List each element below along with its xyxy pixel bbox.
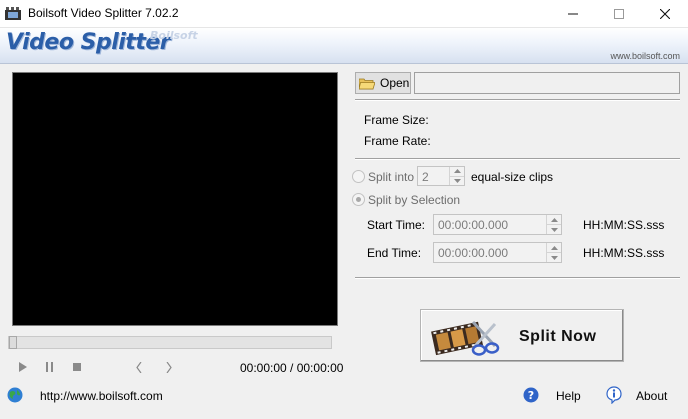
playback-time: 00:00:00 / 00:00:00 xyxy=(240,361,344,375)
help-button[interactable]: Help xyxy=(556,389,581,403)
help-icon[interactable]: ? xyxy=(523,387,539,403)
split-by-selection-radio[interactable] xyxy=(352,193,365,206)
split-into-radio[interactable] xyxy=(352,170,365,183)
frame-rate-label: Frame Rate: xyxy=(364,134,431,148)
video-preview xyxy=(12,72,338,326)
end-time-label: End Time: xyxy=(367,246,422,260)
maximize-icon xyxy=(614,9,624,19)
minimize-button[interactable] xyxy=(550,0,596,28)
start-time-format: HH:MM:SS.sss xyxy=(583,218,665,232)
seek-bar[interactable] xyxy=(8,336,332,349)
frame-size-label: Frame Size: xyxy=(364,113,429,127)
maximize-button[interactable] xyxy=(596,0,642,28)
end-time-format: HH:MM:SS.sss xyxy=(583,246,665,260)
start-time-down-button[interactable] xyxy=(547,225,561,234)
app-logo-text: Video Splitter xyxy=(6,30,171,55)
app-icon xyxy=(5,7,21,20)
end-time-field[interactable]: 00:00:00.000 xyxy=(433,242,562,263)
about-button[interactable]: About xyxy=(636,389,667,403)
split-now-label: Split Now xyxy=(519,328,597,345)
divider xyxy=(355,158,680,160)
title-bar: Boilsoft Video Splitter 7.02.2 xyxy=(0,0,688,28)
chevron-up-icon xyxy=(550,245,558,250)
stop-icon xyxy=(73,363,81,371)
start-time-value: 00:00:00.000 xyxy=(438,218,509,232)
pause-button[interactable] xyxy=(41,359,59,375)
open-button[interactable]: Open xyxy=(355,72,411,94)
banner-url: www.boilsoft.com xyxy=(610,51,680,61)
end-time-down-button[interactable] xyxy=(547,253,561,262)
clip-count-up-button[interactable] xyxy=(450,167,464,177)
globe-icon xyxy=(7,387,23,403)
close-button[interactable] xyxy=(642,0,688,28)
clip-count-stepper[interactable]: 2 xyxy=(417,166,465,186)
clip-count-down-button[interactable] xyxy=(450,177,464,186)
start-time-field[interactable]: 00:00:00.000 xyxy=(433,214,562,235)
split-by-selection-label: Split by Selection xyxy=(368,193,461,207)
stop-button[interactable] xyxy=(68,359,86,375)
header-banner: Video Splitter Boilsoft www.boilsoft.com xyxy=(0,28,688,64)
minimize-icon xyxy=(568,13,578,15)
seek-thumb[interactable] xyxy=(9,336,17,349)
play-icon xyxy=(19,362,27,372)
chevron-left-icon xyxy=(136,361,142,373)
open-button-label: Open xyxy=(380,76,410,90)
play-button[interactable] xyxy=(14,359,32,375)
window-title: Boilsoft Video Splitter 7.02.2 xyxy=(28,6,179,20)
info-icon[interactable] xyxy=(606,386,622,404)
split-now-button[interactable]: Split Now xyxy=(420,309,624,362)
next-frame-button[interactable] xyxy=(160,359,178,375)
split-into-label: Split into xyxy=(368,170,415,184)
divider xyxy=(355,99,680,101)
start-time-up-button[interactable] xyxy=(547,215,561,225)
chevron-up-icon xyxy=(550,217,558,222)
end-time-value: 00:00:00.000 xyxy=(438,246,509,260)
chevron-down-icon xyxy=(550,227,558,232)
close-icon xyxy=(660,9,670,19)
film-scissors-icon xyxy=(431,320,500,356)
start-time-label: Start Time: xyxy=(367,218,426,232)
pause-icon xyxy=(46,362,53,372)
previous-frame-button[interactable] xyxy=(130,359,148,375)
clip-count-value: 2 xyxy=(422,170,429,184)
chevron-down-icon xyxy=(453,178,461,183)
chevron-down-icon xyxy=(550,255,558,260)
chevron-up-icon xyxy=(453,169,461,174)
equal-size-clips-label: equal-size clips xyxy=(471,170,554,184)
brand-watermark: Boilsoft xyxy=(150,29,198,42)
svg-text:?: ? xyxy=(528,389,534,402)
divider xyxy=(355,277,680,279)
folder-icon xyxy=(359,78,375,89)
file-path-field[interactable] xyxy=(414,72,680,94)
chevron-right-icon xyxy=(166,361,172,373)
end-time-up-button[interactable] xyxy=(547,243,561,253)
website-link[interactable]: http://www.boilsoft.com xyxy=(40,389,163,403)
